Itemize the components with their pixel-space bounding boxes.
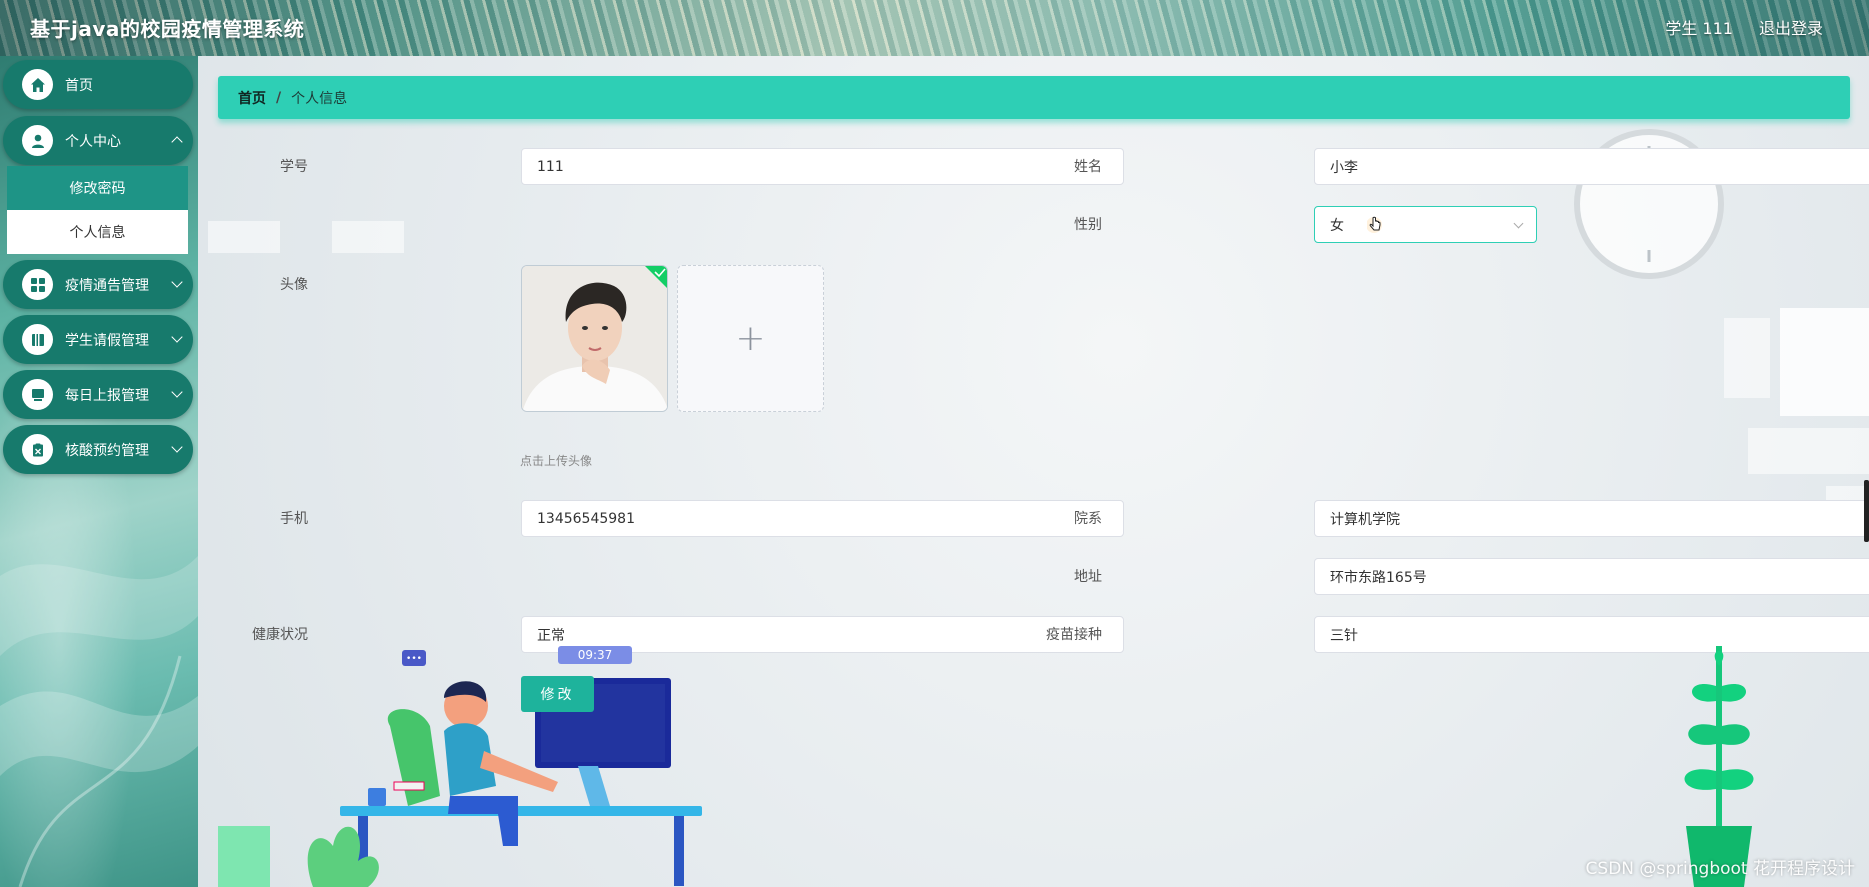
student-id-value: 111 [537, 158, 564, 175]
name-label: 姓名 [1074, 159, 1102, 175]
sidebar-item-daily-report[interactable]: 每日上报管理 [3, 370, 193, 419]
background-tile [1780, 308, 1869, 416]
plant-illustration [1684, 646, 1754, 887]
avatar-upload-button[interactable]: + [677, 265, 824, 412]
logout-link[interactable]: 退出登录 [1759, 15, 1823, 39]
watermark-text: CSDN @springboot 花开程序设计 [1585, 859, 1855, 879]
avatar-label: 头像 [280, 277, 308, 293]
current-user-label[interactable]: 学生 111 [1665, 15, 1733, 39]
submenu-personal-center: 修改密码 个人信息 [7, 166, 188, 254]
submenu-item-personal-info[interactable]: 个人信息 [7, 210, 188, 254]
background-tile [1748, 428, 1869, 474]
phone-value: 13456545981 [537, 510, 635, 527]
clock-chip-text: 09:37 [578, 648, 613, 662]
breadcrumb: 首页 / 个人信息 [218, 76, 1850, 119]
address-label: 地址 [1074, 569, 1102, 585]
breadcrumb-separator: / [276, 89, 282, 106]
home-icon [22, 69, 53, 100]
name-field[interactable]: 小李 [1314, 148, 1869, 185]
sidebar-item-label: 疫情通告管理 [65, 277, 149, 294]
sidebar-item-nucleic-test[interactable]: 核酸预约管理 [3, 425, 193, 474]
gender-select[interactable]: 女 [1314, 206, 1537, 243]
sidebar-item-label: 每日上报管理 [65, 387, 149, 404]
address-field[interactable]: 环市东路165号 [1314, 558, 1869, 595]
grid-icon [22, 269, 53, 300]
chat-bubble-text: ••• [406, 654, 422, 664]
sidebar-item-label: 个人中心 [65, 133, 121, 150]
monitor-icon [22, 379, 53, 410]
sidebar-item-personal-center[interactable]: 个人中心 [3, 116, 193, 165]
chevron-down-icon [171, 276, 183, 288]
user-area: 学生 111 退出登录 [1665, 15, 1823, 39]
chevron-down-icon [171, 331, 183, 343]
app-title: 基于java的校园疫情管理系统 [30, 17, 305, 41]
address-value: 环市东路165号 [1330, 569, 1427, 586]
sidebar: 首页 个人中心 修改密码 个人信息 疫情通告管理 学生请假管理 每日上报管理 核… [0, 56, 198, 887]
breadcrumb-current: 个人信息 [291, 90, 348, 107]
hand-cursor-icon [1367, 216, 1382, 233]
sidebar-item-leave[interactable]: 学生请假管理 [3, 315, 193, 364]
book-icon [22, 324, 53, 355]
sidebar-item-label: 首页 [65, 77, 93, 94]
vaccine-label: 疫苗接种 [1046, 627, 1102, 643]
department-field[interactable]: 计算机学院 [1314, 500, 1869, 537]
chevron-down-icon [171, 386, 183, 398]
chevron-up-icon [171, 136, 183, 148]
avatar-image[interactable] [521, 265, 668, 412]
modify-button[interactable]: 修改 [521, 676, 594, 712]
department-value: 计算机学院 [1330, 511, 1400, 528]
main-content: 首页 / 个人信息 学号 111 姓名 小李 性别 女 头像 + 点击上传头像 … [198, 56, 1869, 887]
phone-label: 手机 [280, 511, 308, 527]
breadcrumb-home[interactable]: 首页 [238, 88, 266, 108]
health-label: 健康状况 [252, 627, 308, 643]
submenu-item-change-password[interactable]: 修改密码 [7, 166, 188, 210]
vaccine-value: 三针 [1330, 627, 1358, 644]
background-tile [332, 221, 404, 253]
name-value: 小李 [1330, 159, 1358, 176]
department-label: 院系 [1074, 511, 1102, 527]
clipboard-icon [22, 434, 53, 465]
health-value: 正常 [537, 627, 565, 644]
chevron-down-icon [1513, 218, 1524, 229]
plus-icon: + [735, 318, 766, 359]
background-tile [1724, 318, 1770, 398]
background-tile [208, 221, 280, 253]
gender-label: 性别 [1074, 217, 1102, 233]
sidebar-item-home[interactable]: 首页 [3, 60, 193, 109]
student-id-label: 学号 [280, 159, 308, 175]
avatar-photo [522, 266, 667, 411]
sidebar-item-epidemic-notice[interactable]: 疫情通告管理 [3, 260, 193, 309]
sidebar-item-label: 学生请假管理 [65, 332, 149, 349]
top-header: 基于java的校园疫情管理系统 学生 111 退出登录 [0, 0, 1869, 56]
avatar-upload-hint: 点击上传头像 [520, 454, 593, 468]
page-scrollbar[interactable] [1864, 480, 1869, 542]
sidebar-item-label: 核酸预约管理 [65, 442, 149, 459]
gender-value: 女 [1330, 217, 1344, 234]
chevron-down-icon [171, 441, 183, 453]
user-icon [22, 125, 53, 156]
